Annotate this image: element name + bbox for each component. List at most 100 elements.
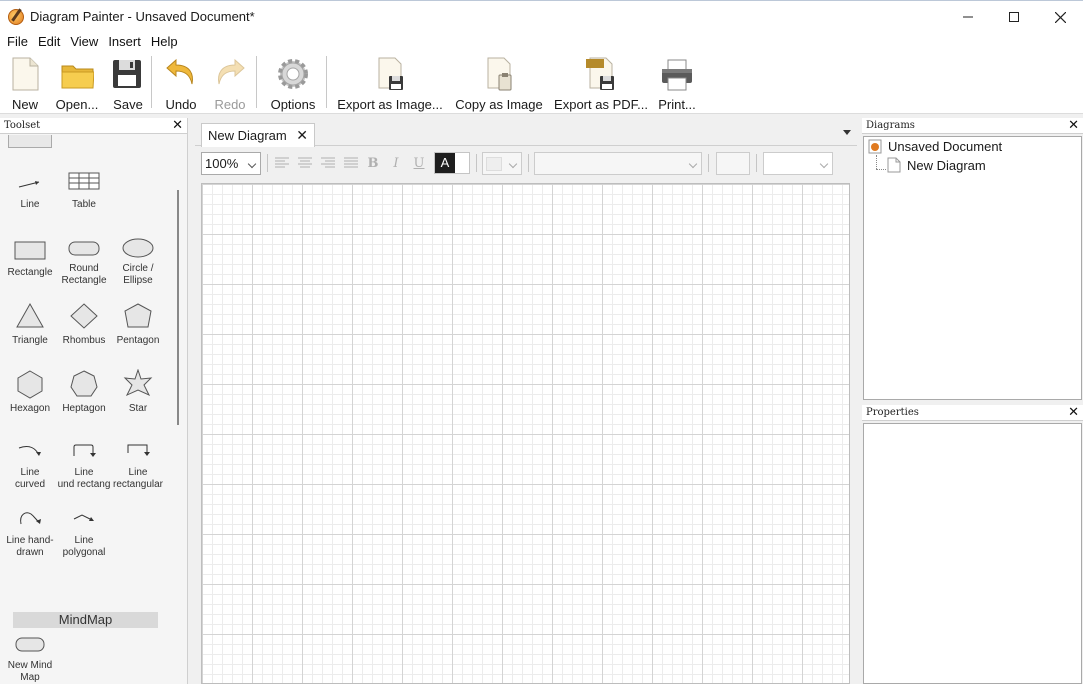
menu-insert[interactable]: Insert xyxy=(103,32,146,52)
tool-hexagon[interactable]: Hexagon xyxy=(3,369,57,415)
tool-triangle[interactable]: Triangle xyxy=(3,301,57,347)
minimize-button[interactable] xyxy=(945,1,991,33)
tool-hexagon-label: Hexagon xyxy=(9,403,51,414)
tool-rhombus-label: Rhombus xyxy=(62,335,106,346)
star-icon xyxy=(123,369,153,397)
toolbar-separator xyxy=(256,56,257,108)
new-button[interactable]: New xyxy=(6,56,44,112)
round-rectangular-line-icon xyxy=(73,444,96,457)
bold-button[interactable]: B xyxy=(364,154,382,172)
tool-heptagon-label: Heptagon xyxy=(62,403,106,414)
mind-map-node-icon xyxy=(15,637,45,652)
diagrams-panel: Diagrams ✕ Unsaved Document New Diagram xyxy=(862,118,1083,402)
toolset-panel: Toolset ✕ Line Table Rectangle Round Rec… xyxy=(0,118,188,684)
window-title: Diagram Painter - Unsaved Document* xyxy=(30,9,255,24)
tool-triangle-label: Triangle xyxy=(12,335,48,346)
tool-line-rectangular-label-2: rectangular xyxy=(112,479,164,490)
tool-line[interactable]: Line xyxy=(3,173,57,211)
redo-label: Redo xyxy=(214,97,246,112)
copy-image-button[interactable]: Copy as Image xyxy=(455,56,543,112)
diagrams-close-button[interactable]: ✕ xyxy=(1068,118,1079,133)
tab-new-diagram[interactable]: New Diagram ✕ xyxy=(201,123,315,147)
options-button[interactable]: Options xyxy=(268,56,318,112)
export-image-button[interactable]: Export as Image... xyxy=(337,56,443,112)
undo-button[interactable]: Undo xyxy=(162,56,200,112)
underline-button[interactable]: U xyxy=(410,154,428,172)
properties-body xyxy=(863,423,1082,684)
align-left-button[interactable] xyxy=(273,154,291,172)
menu-edit[interactable]: Edit xyxy=(33,32,65,52)
font-size-input[interactable] xyxy=(716,152,750,175)
round-rectangle-icon xyxy=(68,241,100,256)
maximize-button[interactable] xyxy=(991,1,1037,33)
export-image-icon xyxy=(378,57,403,90)
font-family-select[interactable] xyxy=(534,152,702,175)
tool-circle-ellipse[interactable]: Circle / Ellipse xyxy=(111,237,165,287)
app-icon xyxy=(8,8,24,25)
italic-button[interactable]: I xyxy=(387,154,405,172)
properties-close-button[interactable]: ✕ xyxy=(1068,405,1079,420)
tool-line-round-rectangular[interactable]: Line und rectang xyxy=(57,441,111,491)
close-button[interactable] xyxy=(1037,1,1083,33)
export-pdf-button[interactable]: Export as PDF... xyxy=(554,56,648,112)
rectangle-icon xyxy=(14,241,46,260)
fill-color-select[interactable] xyxy=(482,152,522,175)
align-right-button[interactable] xyxy=(319,154,337,172)
zoom-select[interactable]: 100% xyxy=(201,152,261,175)
save-button[interactable]: Save xyxy=(110,56,146,112)
toolset-close-button[interactable]: ✕ xyxy=(172,118,183,133)
menu-view[interactable]: View xyxy=(65,32,103,52)
tool-rhombus[interactable]: Rhombus xyxy=(57,301,111,347)
triangle-icon xyxy=(16,302,44,328)
tool-line-curved[interactable]: Line curved xyxy=(3,441,57,491)
tool-line-curved-label-2: curved xyxy=(14,479,45,490)
redo-button[interactable]: Redo xyxy=(212,56,248,112)
align-center-button[interactable] xyxy=(296,154,314,172)
export-pdf-label: Export as PDF... xyxy=(554,97,648,112)
gear-icon xyxy=(278,59,308,89)
tool-round-rectangle[interactable]: Round Rectangle xyxy=(57,237,111,287)
tool-round-rectangle-label-1: Round xyxy=(69,263,99,274)
tool-line-rectangular[interactable]: Line rectangular xyxy=(111,441,165,491)
tool-new-mind-map[interactable]: New Mind Map xyxy=(3,634,57,684)
tree-connector xyxy=(876,155,877,169)
tool-star-label: Star xyxy=(128,403,148,414)
window-controls xyxy=(945,1,1083,33)
align-justify-button[interactable] xyxy=(342,154,360,172)
menu-file[interactable]: File xyxy=(2,32,33,52)
open-button[interactable]: Open... xyxy=(54,56,100,112)
format-separator xyxy=(528,154,529,172)
menu-help[interactable]: Help xyxy=(146,32,183,52)
tool-line-label: Line xyxy=(20,199,40,210)
options-label: Options xyxy=(270,97,316,112)
format-separator xyxy=(267,154,268,172)
line-icon xyxy=(18,181,40,188)
align-left-icon xyxy=(275,157,289,168)
tool-pentagon[interactable]: Pentagon xyxy=(111,301,165,347)
tool-circle-ellipse-label-1: Circle / xyxy=(122,263,154,274)
tab-list-dropdown-icon[interactable] xyxy=(843,130,851,135)
diagrams-tree: Unsaved Document New Diagram xyxy=(863,136,1082,400)
text-color-picker[interactable]: A xyxy=(434,152,470,174)
curved-line-icon xyxy=(18,446,41,456)
tool-heptagon[interactable]: Heptagon xyxy=(57,369,111,415)
undo-arrow-icon xyxy=(166,58,193,85)
diagram-canvas[interactable] xyxy=(201,183,850,684)
tree-item-diagram[interactable]: New Diagram xyxy=(887,157,986,173)
toolset-scrollbar[interactable] xyxy=(177,190,179,425)
tab-close-icon[interactable]: ✕ xyxy=(296,127,308,144)
toolset-title: Toolset xyxy=(4,120,41,131)
print-button[interactable]: Print... xyxy=(656,56,698,112)
line-style-select[interactable] xyxy=(763,152,833,175)
tool-line-polygonal-label-1: Line xyxy=(74,535,94,546)
tool-table[interactable]: Table xyxy=(57,169,111,211)
tool-circle-ellipse-label-2: Ellipse xyxy=(123,275,153,286)
tool-star[interactable]: Star xyxy=(111,369,165,415)
tool-rectangle-label: Rectangle xyxy=(7,267,53,278)
tab-new-diagram-label: New Diagram xyxy=(208,128,287,143)
tree-item-document[interactable]: Unsaved Document xyxy=(868,139,1002,154)
toolset-body: Line Table Rectangle Round Rectangle Cir… xyxy=(0,135,187,684)
tool-rectangle[interactable]: Rectangle xyxy=(3,237,57,279)
tool-line-polygonal[interactable]: Line polygonal xyxy=(57,509,111,559)
tool-line-hand-drawn[interactable]: Line hand- drawn xyxy=(3,509,57,559)
